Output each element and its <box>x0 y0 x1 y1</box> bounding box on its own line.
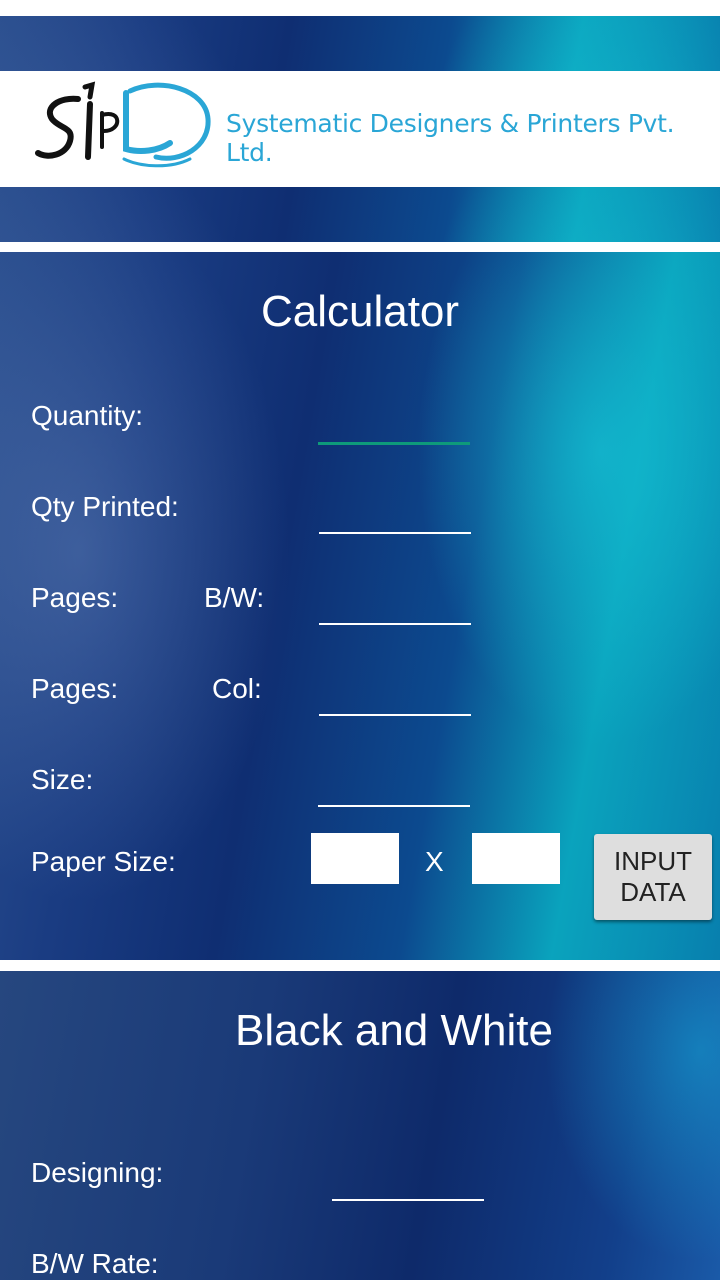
designing-input[interactable] <box>332 1155 484 1201</box>
qty-printed-label: Qty Printed: <box>31 491 179 522</box>
company-name: Systematic Designers & Printers Pvt. Ltd… <box>226 109 675 167</box>
paper-size-x: X <box>425 846 444 877</box>
col-label: Col: <box>212 673 262 704</box>
qty-printed-input[interactable] <box>319 488 471 534</box>
pages-col-input[interactable] <box>319 670 471 716</box>
paper-width-input[interactable] <box>311 833 399 884</box>
logo-banner: Systematic Designers & Printers Pvt. Ltd… <box>0 71 720 187</box>
quantity-label: Quantity: <box>31 400 144 431</box>
input-data-button-label: INPUT DATA <box>614 845 692 907</box>
pages-bw-label: Pages: <box>31 582 119 613</box>
company-logo-icon <box>35 81 211 168</box>
header-band-bottom <box>0 187 720 242</box>
paper-size-label: Paper Size: <box>31 846 176 877</box>
paper-height-input[interactable] <box>472 833 560 884</box>
designing-label: Designing: <box>31 1157 164 1188</box>
calculator-card: Calculator Quantity: Qty Printed: Pages:… <box>0 252 720 960</box>
pages-bw-input[interactable] <box>319 579 471 625</box>
black-and-white-title: Black and White <box>235 1006 553 1055</box>
header-band-top <box>0 16 720 71</box>
quantity-input[interactable] <box>318 398 470 445</box>
size-label: Size: <box>31 764 94 795</box>
size-input[interactable] <box>318 761 470 807</box>
bw-rate-label: B/W Rate: <box>31 1248 159 1279</box>
input-data-button[interactable]: INPUT DATA <box>594 834 712 920</box>
black-and-white-card: Black and White Designing: B/W Rate: <box>0 971 720 1280</box>
bw-label: B/W: <box>204 582 265 613</box>
pages-col-label: Pages: <box>31 673 119 704</box>
calculator-title: Calculator <box>260 287 460 336</box>
